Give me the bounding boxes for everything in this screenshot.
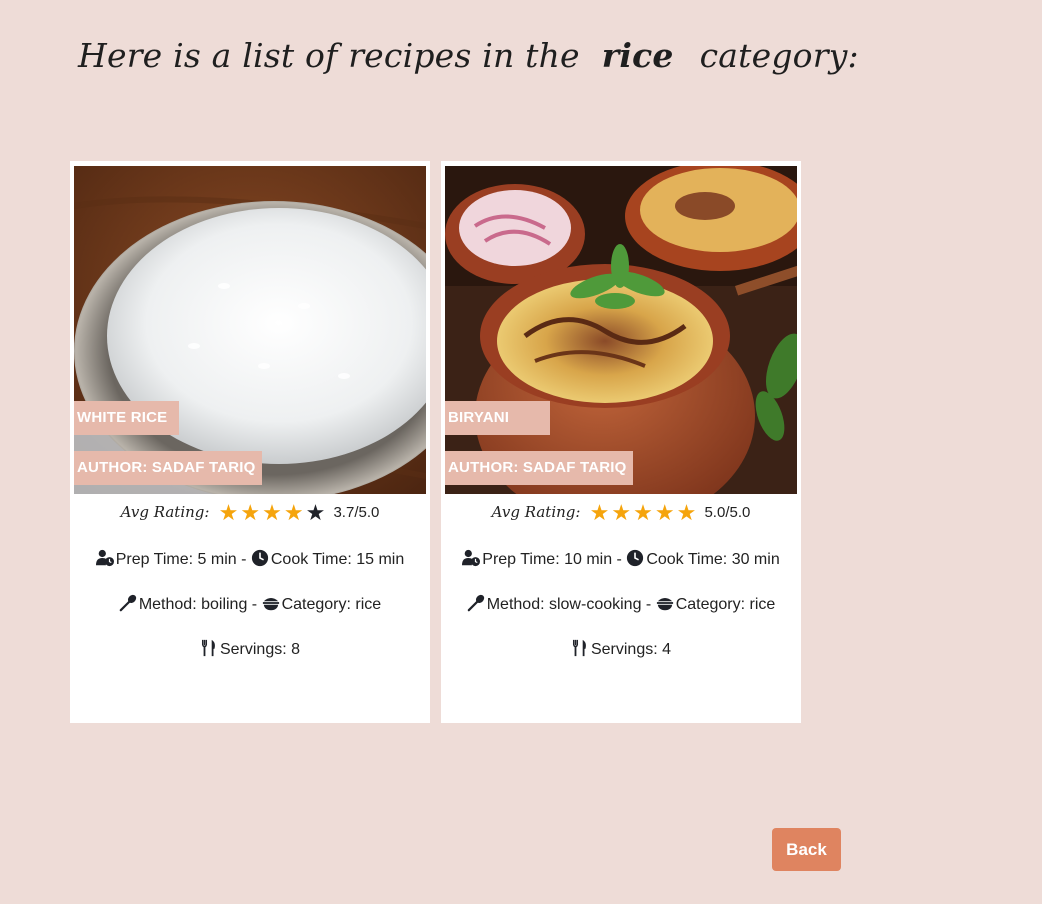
rating-label: Avg Rating: xyxy=(120,503,210,521)
recipe-author-tag: AUTHOR: SADAF TARIQ xyxy=(74,451,262,485)
star-filled-icon: ★ xyxy=(654,500,675,525)
bowl-icon xyxy=(656,598,673,611)
rating-value: 3.7/5.0 xyxy=(333,504,380,521)
star-filled-icon: ★ xyxy=(218,500,239,525)
spoon-icon xyxy=(119,594,136,612)
rating-label: Avg Rating: xyxy=(491,503,581,521)
recipe-title-tag[interactable]: WHITE RICE xyxy=(74,401,179,435)
method-info: Method: boiling - Category: rice xyxy=(70,594,430,614)
recipe-list-page: Here is a list of recipes in the rice cate… xyxy=(0,0,1042,904)
star-filled-icon: ★ xyxy=(589,500,610,525)
back-button[interactable]: Back xyxy=(772,828,841,871)
utensils-icon xyxy=(201,639,215,657)
spoon-icon xyxy=(467,594,484,612)
rating-value: 5.0/5.0 xyxy=(704,504,751,521)
clock-icon xyxy=(627,549,644,567)
recipe-author-tag: AUTHOR: SADAF TARIQ xyxy=(445,451,633,485)
star-filled-icon: ★ xyxy=(676,500,697,525)
time-info: Prep Time: 5 min - Cook Time: 15 min xyxy=(70,549,430,569)
servings-info: Servings: 4 xyxy=(441,639,801,659)
recipe-card-white-rice[interactable]: WHITE RICE AUTHOR: SADAF TARIQ Avg Ratin… xyxy=(70,161,430,723)
cook-time: Cook Time: 15 min xyxy=(270,551,405,568)
star-filled-icon: ★ xyxy=(283,500,304,525)
recipe-title-tag[interactable]: BIRYANI xyxy=(445,401,550,435)
recipe-photo-white-rice[interactable]: WHITE RICE AUTHOR: SADAF TARIQ xyxy=(74,166,426,494)
star-filled-icon: ★ xyxy=(633,500,653,525)
utensils-icon xyxy=(572,639,586,657)
category: Category: rice xyxy=(281,596,382,613)
cook-time: Cook Time: 30 min xyxy=(646,551,780,568)
bowl-icon xyxy=(262,598,279,611)
prep-time: Prep Time: 5 min xyxy=(115,551,237,568)
clock-icon xyxy=(251,549,268,567)
heading-prefix: Here is a list of recipes in the xyxy=(78,36,580,75)
star-filled-icon: ★ xyxy=(262,500,282,525)
star-empty-icon: ★ xyxy=(305,500,326,525)
heading-suffix: category: xyxy=(699,36,859,75)
star-filled-icon: ★ xyxy=(611,500,632,525)
recipe-photo-biryani[interactable]: BIRYANI AUTHOR: SADAF TARIQ xyxy=(445,166,797,494)
user-clock-icon xyxy=(95,549,114,567)
page-heading: Here is a list of recipes in the rice cate… xyxy=(78,36,859,75)
star-filled-icon: ★ xyxy=(240,500,261,525)
method-info: Method: slow-cooking - Category: rice xyxy=(441,594,801,614)
recipe-card-biryani[interactable]: BIRYANI AUTHOR: SADAF TARIQ Avg Rating: … xyxy=(441,161,801,723)
method: Method: slow-cooking xyxy=(486,596,642,613)
avg-rating: Avg Rating: ★★★★★ 5.0/5.0 xyxy=(441,502,801,524)
time-info: Prep Time: 10 min - Cook Time: 30 min xyxy=(441,549,801,569)
white-rice-image xyxy=(74,166,426,494)
servings: Servings: 4 xyxy=(590,641,672,658)
user-clock-icon xyxy=(462,549,481,567)
heading-category: rice xyxy=(601,36,674,75)
category: Category: rice xyxy=(675,596,776,613)
avg-rating: Avg Rating: ★★★★★ 3.7/5.0 xyxy=(70,502,430,524)
prep-time: Prep Time: 10 min xyxy=(482,551,613,568)
servings: Servings: 8 xyxy=(219,641,301,658)
biryani-image xyxy=(445,166,797,494)
servings-info: Servings: 8 xyxy=(70,639,430,659)
method: Method: boiling xyxy=(138,596,248,613)
